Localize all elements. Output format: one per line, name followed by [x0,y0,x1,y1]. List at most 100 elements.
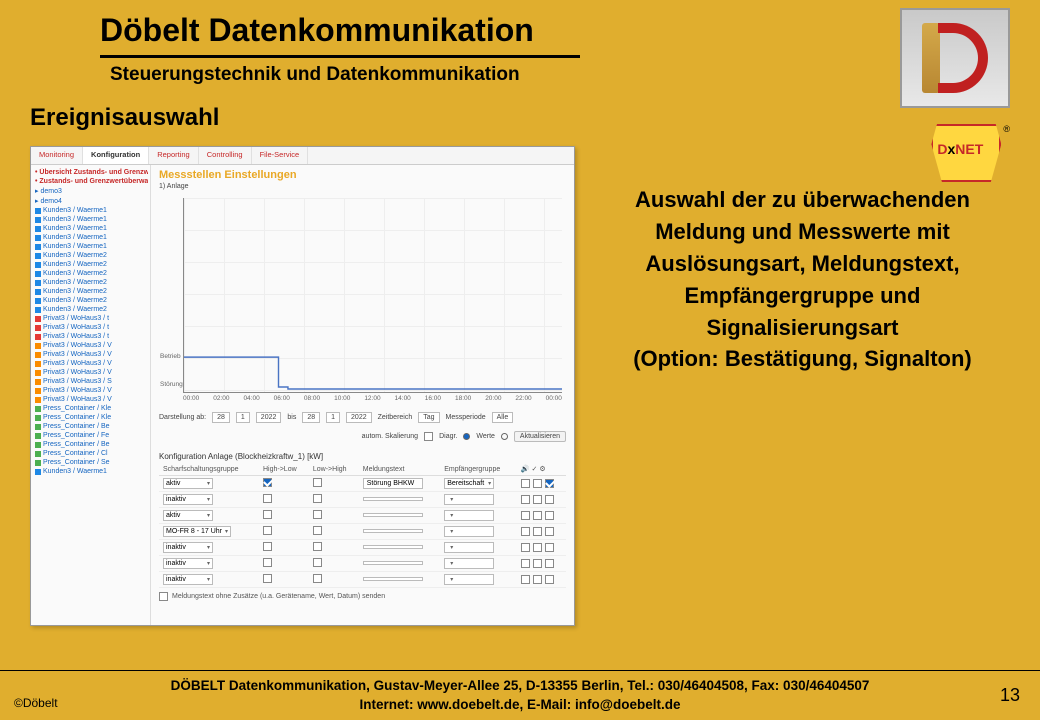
grp-select[interactable]: inaktiv [163,558,213,569]
opt2-checkbox[interactable] [533,479,542,488]
tree-item[interactable]: Privat3 / WoHaus3 / V [33,341,148,350]
tree-item[interactable]: Privat3 / WoHaus3 / V [33,395,148,404]
lh-checkbox[interactable] [313,574,322,583]
msg-input[interactable] [363,529,423,533]
range-select[interactable]: Tag [418,412,439,423]
tree-item[interactable]: Kunden3 / Waerme2 [33,296,148,305]
tree-item[interactable]: Kunden3 / Waerme2 [33,251,148,260]
msg-input[interactable] [363,545,423,549]
grp-select[interactable]: inaktiv [163,542,213,553]
tree-group[interactable]: ▸ demo4 [33,196,148,206]
tree-item[interactable]: Privat3 / WoHaus3 / V [33,350,148,359]
opt1-checkbox[interactable] [521,559,530,568]
tree-item[interactable]: Kunden3 / Waerme1 [33,215,148,224]
tree-item[interactable]: Kunden3 / Waerme2 [33,260,148,269]
tree-header[interactable]: • Übersicht Zustands- und Grenzwertüberw… [33,168,148,177]
no-suffix-checkbox[interactable] [159,592,168,601]
opt3-checkbox[interactable] [545,511,554,520]
tree-item[interactable]: Kunden3 / Waerme1 [33,233,148,242]
hl-checkbox[interactable] [263,478,272,487]
opt2-checkbox[interactable] [533,559,542,568]
opt3-checkbox[interactable] [545,479,554,488]
tab-konfiguration[interactable]: Konfiguration [83,147,149,164]
opt2-checkbox[interactable] [533,495,542,504]
opt3-checkbox[interactable] [545,543,554,552]
tree-group[interactable]: ▸ demo3 [33,186,148,196]
tree-item[interactable]: Kunden3 / Waerme2 [33,269,148,278]
rcpt-select[interactable] [444,494,494,505]
lh-checkbox[interactable] [313,526,322,535]
lh-checkbox[interactable] [313,494,322,503]
rcpt-select[interactable] [444,510,494,521]
tree-header[interactable]: • Zustands- und Grenzwertüberwachung [33,177,148,186]
to-year-select[interactable]: 2022 [346,412,372,423]
opt3-checkbox[interactable] [545,527,554,536]
tree-item[interactable]: Kunden3 / Waerme1 [33,224,148,233]
tree-item[interactable]: Kunden3 / Waerme2 [33,278,148,287]
tree-item[interactable]: Privat3 / WoHaus3 / t [33,332,148,341]
tree-item[interactable]: Press_Container / Se [33,458,148,467]
tree-item[interactable]: Press_Container / Kle [33,413,148,422]
opt1-checkbox[interactable] [521,527,530,536]
tree-item[interactable]: Kunden3 / Waerme1 [33,467,148,476]
hl-checkbox[interactable] [263,510,272,519]
to-day-select[interactable]: 28 [302,412,320,423]
rcpt-select[interactable] [444,526,494,537]
tree-item[interactable]: Kunden3 / Waerme2 [33,287,148,296]
lh-checkbox[interactable] [313,510,322,519]
opt3-checkbox[interactable] [545,559,554,568]
grp-select[interactable]: aktiv [163,510,213,521]
opt1-checkbox[interactable] [521,575,530,584]
opt2-checkbox[interactable] [533,575,542,584]
tree-item[interactable]: Press_Container / Kle [33,404,148,413]
from-day-select[interactable]: 28 [212,412,230,423]
opt1-checkbox[interactable] [521,495,530,504]
tab-file-service[interactable]: File-Service [252,147,309,164]
grp-select[interactable]: aktiv [163,478,213,489]
tree-item[interactable]: Privat3 / WoHaus3 / S [33,377,148,386]
tree-item[interactable]: Privat3 / WoHaus3 / V [33,368,148,377]
opt1-checkbox[interactable] [521,479,530,488]
grp-select[interactable]: inaktiv [163,494,213,505]
grp-select[interactable]: MO-FR 8 - 17 Uhr [163,526,231,537]
opt3-checkbox[interactable] [545,495,554,504]
to-month-select[interactable]: 1 [326,412,340,423]
msg-input[interactable] [363,577,423,581]
hl-checkbox[interactable] [263,542,272,551]
tree-item[interactable]: Press_Container / Be [33,422,148,431]
hl-checkbox[interactable] [263,558,272,567]
rcpt-select[interactable]: Bereitschaft [444,478,494,489]
lh-checkbox[interactable] [313,558,322,567]
werte-radio[interactable] [501,433,508,440]
tree-item[interactable]: Kunden3 / Waerme1 [33,242,148,251]
period-select[interactable]: Alle [492,412,514,423]
tab-monitoring[interactable]: Monitoring [31,147,83,164]
tab-reporting[interactable]: Reporting [149,147,199,164]
tree-item[interactable]: Press_Container / Be [33,440,148,449]
tree-item[interactable]: Kunden3 / Waerme2 [33,305,148,314]
hl-checkbox[interactable] [263,526,272,535]
autoscale-checkbox[interactable] [424,432,433,441]
tree-item[interactable]: Kunden3 / Waerme1 [33,206,148,215]
msg-input[interactable] [363,513,423,517]
opt2-checkbox[interactable] [533,511,542,520]
opt2-checkbox[interactable] [533,543,542,552]
lh-checkbox[interactable] [313,542,322,551]
tab-controlling[interactable]: Controlling [199,147,252,164]
rcpt-select[interactable] [444,574,494,585]
tree-item[interactable]: Privat3 / WoHaus3 / t [33,323,148,332]
rcpt-select[interactable] [444,558,494,569]
opt1-checkbox[interactable] [521,511,530,520]
opt3-checkbox[interactable] [545,575,554,584]
msg-input[interactable] [363,497,423,501]
msg-input[interactable] [363,561,423,565]
tree-item[interactable]: Privat3 / WoHaus3 / V [33,359,148,368]
tree-item[interactable]: Privat3 / WoHaus3 / V [33,386,148,395]
tree-item[interactable]: Press_Container / Fe [33,431,148,440]
from-month-select[interactable]: 1 [236,412,250,423]
rcpt-select[interactable] [444,542,494,553]
refresh-button[interactable]: Aktualisieren [514,431,566,442]
tree-item[interactable]: Privat3 / WoHaus3 / t [33,314,148,323]
hl-checkbox[interactable] [263,574,272,583]
lh-checkbox[interactable] [313,478,322,487]
